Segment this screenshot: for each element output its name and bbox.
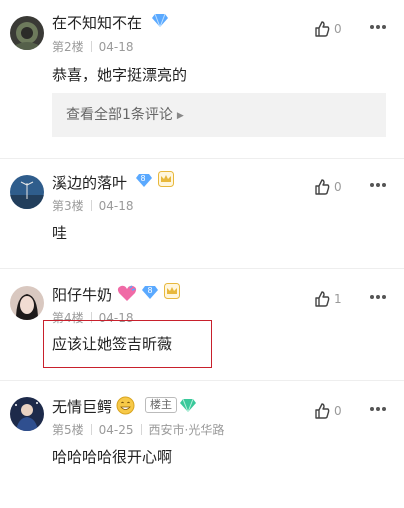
floor-number: 第5楼 [52, 423, 84, 437]
like-icon[interactable] [312, 401, 332, 421]
divider [90, 424, 92, 435]
post-date: 04-18 [98, 40, 134, 54]
level-badge: 8 [147, 286, 153, 295]
divider [0, 158, 404, 159]
username[interactable]: 在不知知不在 [52, 12, 142, 33]
floor-number: 第2楼 [52, 40, 84, 54]
like-icon[interactable] [312, 177, 332, 197]
thread-owner-tag: 楼主 [145, 397, 177, 413]
floor-number: 第3楼 [52, 199, 84, 213]
divider [90, 41, 92, 52]
divider [0, 380, 404, 381]
level-badge: 8 [140, 174, 146, 183]
heart-emoji-icon [117, 285, 137, 301]
avatar[interactable] [10, 16, 44, 50]
divider [0, 268, 404, 269]
view-all-replies-button[interactable]: 查看全部1条评论 ▶ [52, 93, 386, 137]
post-date: 04-25 [98, 423, 134, 437]
avatar[interactable] [10, 397, 44, 431]
comment-floor-2: 在不知知不在 第2楼 04-18 恭喜，她字挺漂亮的 查看全部1条评论 ▶ 0 [0, 0, 404, 160]
crown-icon [164, 283, 180, 299]
more-options-icon[interactable] [370, 295, 388, 301]
like-icon[interactable] [312, 19, 332, 39]
like-icon[interactable] [312, 289, 332, 309]
like-count: 1 [334, 292, 342, 306]
more-options-icon[interactable] [370, 25, 388, 31]
avatar[interactable] [10, 175, 44, 209]
post-meta: 第2楼 04-18 [52, 38, 134, 55]
post-date: 04-18 [98, 199, 134, 213]
comment-text: 哈哈哈哈很开心啊 [52, 448, 173, 466]
chevron-right-icon: ▶ [176, 111, 184, 121]
view-all-replies-label: 查看全部1条评论 [66, 107, 173, 123]
divider [90, 200, 92, 211]
comment-text: 恭喜，她字挺漂亮的 [52, 66, 188, 84]
post-meta: 第3楼 04-18 [52, 197, 134, 214]
grin-emoji-icon [116, 396, 135, 415]
avatar[interactable] [10, 286, 44, 320]
more-options-icon[interactable] [370, 183, 388, 189]
crown-icon [158, 171, 174, 187]
like-count: 0 [334, 180, 342, 194]
like-count: 0 [334, 404, 342, 418]
username[interactable]: 无情巨鳄 [52, 396, 112, 417]
post-location: 西安市·光华路 [148, 423, 225, 437]
diamond-icon [180, 398, 196, 412]
like-count: 0 [334, 22, 342, 36]
username[interactable]: 溪边的落叶 [52, 172, 127, 193]
more-options-icon[interactable] [370, 407, 388, 413]
post-meta: 第5楼 04-25 西安市·光华路 [52, 421, 224, 438]
divider [140, 424, 142, 435]
username[interactable]: 阳仔牛奶 [52, 284, 112, 305]
highlight-box [43, 320, 212, 368]
diamond-icon [152, 13, 168, 27]
comment-feed: 在不知知不在 第2楼 04-18 恭喜，她字挺漂亮的 查看全部1条评论▶ 0 [0, 0, 404, 508]
comment-text: 哇 [52, 224, 68, 242]
